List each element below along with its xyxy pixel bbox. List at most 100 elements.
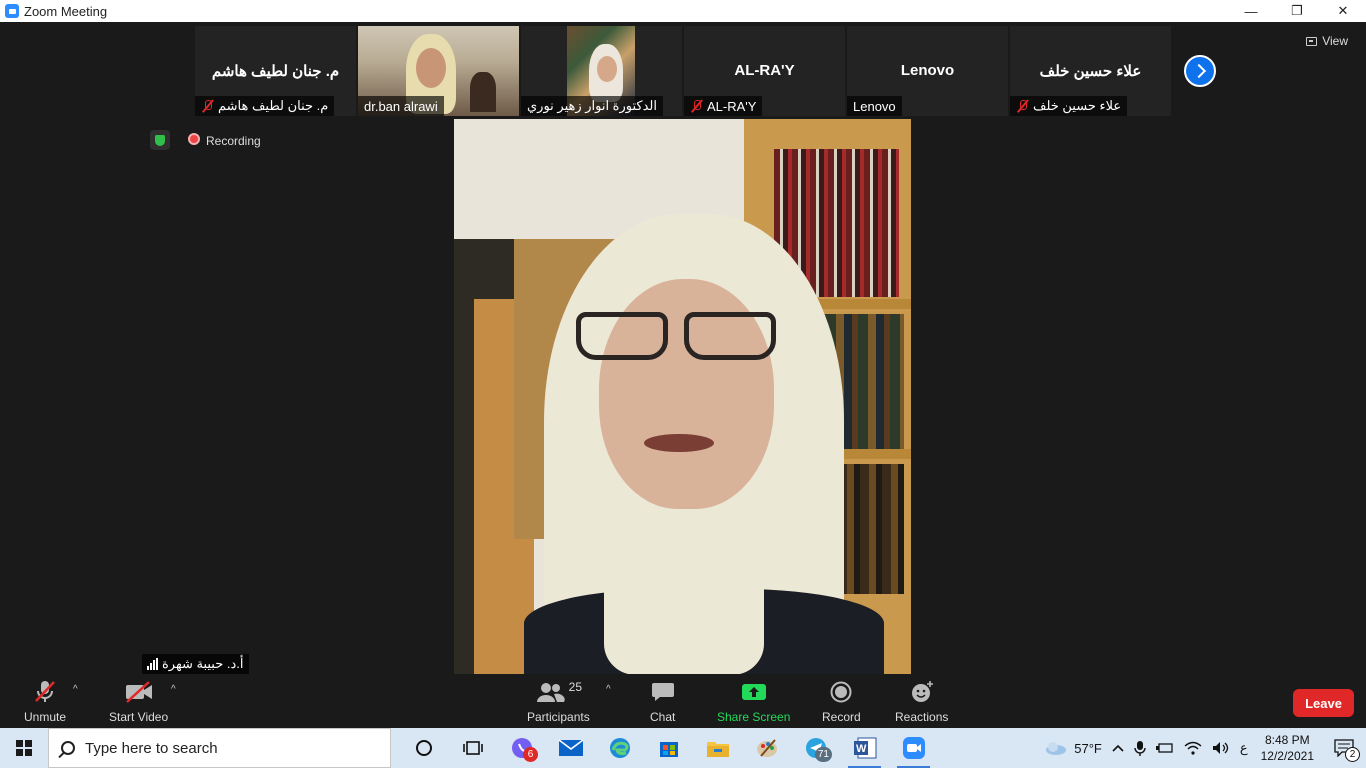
- active-speaker-video[interactable]: [454, 119, 911, 675]
- share-screen-icon: [741, 678, 767, 706]
- record-label: Record: [822, 710, 861, 724]
- mic-muted-icon: [690, 99, 703, 113]
- minimize-button[interactable]: —: [1228, 0, 1274, 22]
- meeting-toolbar: Unmute ^ Start Video ^ 25 Participants ^…: [0, 674, 1366, 728]
- task-view-icon[interactable]: [448, 728, 497, 768]
- participant-big-name: Lenovo: [900, 62, 955, 79]
- unmute-button[interactable]: Unmute: [24, 678, 66, 724]
- participant-big-name: م. جنان لطيف هاشم: [211, 63, 340, 80]
- show-hidden-icons[interactable]: [1107, 728, 1129, 768]
- record-button[interactable]: Record: [822, 678, 861, 724]
- file-explorer-icon[interactable]: [693, 728, 742, 768]
- view-button[interactable]: View: [1306, 34, 1348, 48]
- participant-name-tag: الدكتورة انوار زهير نوري: [521, 96, 663, 116]
- cortana-icon[interactable]: [399, 728, 448, 768]
- weather-temp: 57°F: [1074, 740, 1102, 756]
- participant-name: علاء حسين خلف: [1033, 98, 1122, 113]
- recording-label: Recording: [206, 133, 261, 148]
- leave-button[interactable]: Leave: [1293, 689, 1354, 717]
- telegram-badge: 71: [814, 747, 832, 762]
- viber-badge: 6: [523, 747, 538, 762]
- window-title: Zoom Meeting: [24, 3, 108, 19]
- chat-icon: [651, 678, 675, 706]
- participant-tile[interactable]: AL-RA'Y AL-RA'Y: [684, 26, 845, 116]
- participant-name: Lenovo: [853, 98, 896, 114]
- mic-muted-icon: [201, 99, 214, 113]
- next-page-button[interactable]: [1184, 55, 1216, 87]
- view-icon: [1306, 36, 1318, 46]
- meeting-status: Recording: [150, 130, 261, 150]
- paint-app-icon[interactable]: [742, 728, 791, 768]
- clock[interactable]: 8:48 PM 12/2/2021: [1253, 732, 1322, 764]
- reactions-button[interactable]: Reactions: [895, 678, 948, 724]
- participant-name: dr.ban alrawi: [364, 98, 438, 114]
- notification-center[interactable]: 2: [1322, 728, 1366, 768]
- windows-logo-icon: [16, 740, 32, 756]
- shield-icon[interactable]: [150, 130, 170, 150]
- video-options-caret[interactable]: ^: [171, 684, 176, 695]
- participants-button[interactable]: 25 Participants: [527, 678, 590, 724]
- participants-icon: 25: [535, 678, 582, 706]
- record-dot-icon: [188, 132, 200, 145]
- chat-button[interactable]: Chat: [650, 678, 675, 724]
- taskbar-apps: 6 71 W: [399, 728, 938, 768]
- telegram-app-icon[interactable]: 71: [791, 728, 840, 768]
- input-language[interactable]: ع: [1235, 728, 1253, 768]
- word-app-icon[interactable]: W: [840, 728, 889, 768]
- participant-name-tag: AL-RA'Y: [684, 96, 763, 116]
- mic-muted-icon: [33, 678, 57, 706]
- notification-count: 2: [1345, 747, 1360, 762]
- start-video-button[interactable]: Start Video: [109, 678, 168, 724]
- participants-options-caret[interactable]: ^: [606, 684, 611, 695]
- mail-app-icon[interactable]: [546, 728, 595, 768]
- participant-big-name: علاء حسين خلف: [1039, 63, 1142, 80]
- meeting-area: م. جنان لطيف هاشم م. جنان لطيف هاشم dr.b…: [0, 22, 1366, 728]
- viber-app-icon[interactable]: 6: [497, 728, 546, 768]
- title-bar: Zoom Meeting — ❐ ✕: [0, 0, 1366, 22]
- chat-label: Chat: [650, 710, 676, 724]
- store-app-icon[interactable]: [644, 728, 693, 768]
- edge-browser-icon[interactable]: [595, 728, 644, 768]
- search-placeholder: Type here to search: [85, 739, 218, 757]
- view-label: View: [1322, 34, 1348, 48]
- close-button[interactable]: ✕: [1320, 0, 1366, 22]
- taskbar-search[interactable]: Type here to search: [48, 728, 391, 768]
- speaker-figure: [604, 519, 764, 675]
- participant-name: AL-RA'Y: [707, 98, 757, 114]
- speaker-glasses: [576, 312, 781, 367]
- wifi-icon[interactable]: [1179, 728, 1207, 768]
- participant-name-tag: م. جنان لطيف هاشم: [195, 96, 335, 116]
- audio-options-caret[interactable]: ^: [73, 684, 78, 695]
- participant-tile[interactable]: علاء حسين خلف علاء حسين خلف: [1010, 26, 1171, 116]
- search-icon: [61, 741, 75, 755]
- recording-indicator[interactable]: Recording: [188, 132, 261, 148]
- participant-big-name: AL-RA'Y: [734, 62, 795, 79]
- volume-icon[interactable]: [1207, 728, 1235, 768]
- participants-count: 25: [568, 680, 583, 694]
- participant-tile[interactable]: dr.ban alrawi: [358, 26, 519, 116]
- video-off-icon: [124, 678, 154, 706]
- zoom-taskbar-icon[interactable]: [889, 728, 938, 768]
- participants-label: Participants: [527, 710, 590, 724]
- share-screen-button[interactable]: Share Screen: [717, 678, 790, 724]
- reactions-label: Reactions: [895, 710, 949, 724]
- restore-button[interactable]: ❐: [1274, 0, 1320, 22]
- participant-name: الدكتورة انوار زهير نوري: [527, 98, 657, 113]
- active-speaker-name-tag: أ.د. حبيبة شهرة: [142, 654, 249, 674]
- signal-strength-icon: [147, 658, 158, 670]
- weather-widget[interactable]: 57°F: [1039, 728, 1107, 768]
- zoom-app-icon: [5, 4, 19, 18]
- participant-tile[interactable]: Lenovo Lenovo: [847, 26, 1008, 116]
- window-controls: — ❐ ✕: [1228, 0, 1366, 22]
- participant-name-tag: dr.ban alrawi: [358, 96, 444, 116]
- speaker-mouth: [644, 434, 714, 452]
- start-button[interactable]: [0, 728, 48, 768]
- participant-tile[interactable]: م. جنان لطيف هاشم م. جنان لطيف هاشم: [195, 26, 356, 116]
- microphone-icon[interactable]: [1129, 728, 1151, 768]
- battery-icon[interactable]: [1151, 728, 1179, 768]
- system-tray: 57°F ع 8:48 PM 12/2/2021 2: [1039, 728, 1366, 768]
- clock-time: 8:48 PM: [1264, 733, 1310, 747]
- windows-taskbar: Type here to search 6 71 W 57°F ع 8:48 P…: [0, 728, 1366, 768]
- mic-muted-icon: [1016, 99, 1029, 113]
- participant-tile[interactable]: الدكتورة انوار زهير نوري: [521, 26, 682, 116]
